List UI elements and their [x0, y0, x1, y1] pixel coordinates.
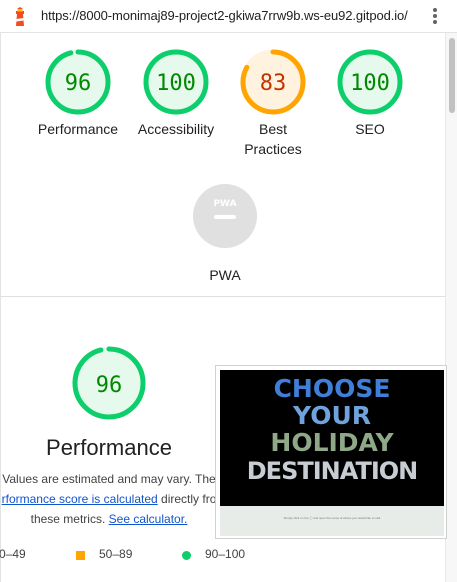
performance-section: 96 Performance Values are estimated and … — [0, 297, 447, 582]
final-screenshot-thumbnail[interactable]: CHOOSE YOUR HOLIDAY DESTINATION Simply c… — [215, 365, 447, 539]
gauge-accessibility-ring: 100 — [143, 49, 209, 115]
gauge-pwa-label: PWA — [209, 267, 241, 283]
desc-line-3: these metrics. — [30, 512, 106, 526]
legend-pass-range: 90–100 — [205, 547, 246, 561]
legend-pass-icon — [182, 551, 191, 560]
gauge-accessibility[interactable]: 100 Accessibility — [126, 49, 226, 139]
see-calculator-link[interactable]: See calculator. — [109, 512, 188, 526]
gauge-best-practices-label: Best Practices — [244, 121, 302, 157]
gauge-best-practices-ring: 83 — [240, 49, 306, 115]
desc-line-1: Values are estimated and may vary. The — [2, 472, 216, 486]
performance-gauge-ring: 96 — [72, 346, 146, 420]
performance-gauge-large: 96 — [59, 345, 159, 421]
screenshot-line-3: HOLIDAY — [270, 428, 394, 457]
svg-text:PWA: PWA — [213, 199, 236, 209]
screenshot-footer: Simply click on the ⓘ and open the name … — [220, 506, 444, 536]
browser-url-bar: https://8000-monimaj89-project2-gkiwa7rr… — [0, 0, 457, 33]
score-calculated-link[interactable]: rformance score is calculated — [2, 492, 158, 506]
screenshot-line-2: YOUR — [292, 401, 371, 430]
gauge-performance[interactable]: 96 Performance — [28, 49, 128, 139]
gauge-best-practices-score: 83 — [260, 71, 287, 96]
legend-fail: 0–49 — [0, 547, 26, 561]
gauge-performance-ring: 96 — [45, 49, 111, 115]
scrollbar-thumb[interactable] — [449, 38, 455, 113]
gauge-seo[interactable]: 100 SEO — [320, 49, 420, 139]
url-text[interactable]: https://8000-monimaj89-project2-gkiwa7rr… — [41, 8, 408, 23]
legend-average-icon — [76, 551, 85, 560]
legend-fail-range: 0–49 — [0, 547, 26, 561]
gauge-best-practices[interactable]: 83 Best Practices — [223, 49, 323, 159]
screenshot-line-4: DESTINATION — [246, 457, 419, 485]
more-vert-icon[interactable] — [428, 6, 442, 26]
screenshot-footer-text: Simply click on the ⓘ and open the name … — [283, 516, 381, 520]
desc-line-2-rest: directly fro — [161, 492, 217, 506]
gauge-performance-score: 96 — [65, 71, 92, 96]
gauge-accessibility-label: Accessibility — [137, 121, 215, 137]
performance-score-large: 96 — [96, 373, 123, 398]
screenshot-image: CHOOSE YOUR HOLIDAY DESTINATION Simply c… — [220, 370, 444, 536]
gauge-seo-label: SEO — [355, 121, 385, 137]
legend-average-range: 50–89 — [99, 547, 133, 561]
performance-description: Values are estimated and may vary. The r… — [0, 469, 225, 529]
gauge-seo-score: 100 — [350, 71, 390, 96]
score-summary: 96 Performance 100 Accessibility 83 Best… — [0, 33, 445, 297]
gauge-performance-label: Performance — [37, 121, 119, 137]
pwa-badge-icon: PWA — [193, 184, 257, 248]
lighthouse-icon — [12, 7, 28, 27]
gauge-seo-ring: 100 — [337, 49, 403, 115]
screenshot-line-1: CHOOSE — [273, 374, 391, 403]
gauge-pwa[interactable]: PWA PWA — [175, 183, 275, 285]
legend-average: 50–89 — [99, 547, 132, 561]
gauge-accessibility-score: 100 — [156, 71, 196, 96]
legend-pass: 90–100 — [205, 547, 245, 561]
performance-title: Performance — [46, 435, 172, 460]
